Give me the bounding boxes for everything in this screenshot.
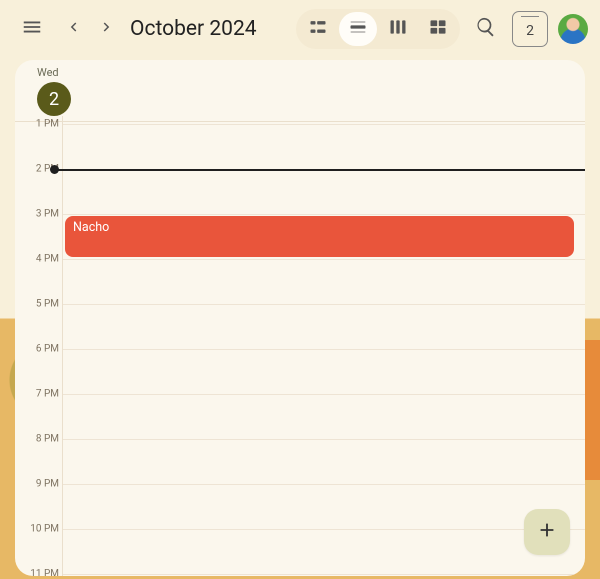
day-view-icon bbox=[348, 17, 368, 41]
hour-label: 8 PM bbox=[36, 434, 59, 445]
day-number-text: 2 bbox=[49, 89, 59, 110]
menu-icon bbox=[21, 16, 43, 42]
hour-label: 7 PM bbox=[36, 389, 59, 400]
hour-label: 5 PM bbox=[36, 299, 59, 310]
day-header[interactable]: Wed 2 bbox=[15, 60, 585, 122]
month-title[interactable]: October 2024 bbox=[130, 17, 257, 41]
month-view-icon bbox=[428, 17, 448, 41]
hour-label: 4 PM bbox=[36, 254, 59, 265]
hour-gridline bbox=[63, 304, 585, 305]
today-button[interactable]: 2 bbox=[512, 11, 548, 47]
hour-gridline bbox=[63, 394, 585, 395]
day-of-week-label: Wed bbox=[37, 66, 59, 79]
search-icon bbox=[475, 16, 497, 42]
calendar-event[interactable]: Nacho bbox=[65, 216, 574, 257]
hour-gutter: 1 PM2 PM3 PM4 PM5 PM6 PM7 PM8 PM9 PM10 P… bbox=[15, 116, 63, 576]
hour-label: 11 PM bbox=[30, 569, 59, 577]
prev-button[interactable] bbox=[56, 9, 90, 49]
chevron-left-icon bbox=[64, 18, 82, 40]
hour-label: 1 PM bbox=[36, 119, 59, 130]
menu-button[interactable] bbox=[12, 9, 52, 49]
top-app-bar: October 2024 2 bbox=[0, 0, 600, 58]
hour-gridline bbox=[63, 259, 585, 260]
view-switcher bbox=[296, 9, 460, 49]
hour-label: 9 PM bbox=[36, 479, 59, 490]
search-button[interactable] bbox=[466, 9, 506, 49]
hour-gridlines bbox=[63, 116, 585, 576]
time-grid[interactable]: 1 PM2 PM3 PM4 PM5 PM6 PM7 PM8 PM9 PM10 P… bbox=[15, 116, 585, 576]
hour-label: 6 PM bbox=[36, 344, 59, 355]
date-nav bbox=[56, 9, 124, 49]
hour-label: 3 PM bbox=[36, 209, 59, 220]
hour-gridline bbox=[63, 214, 585, 215]
hour-gridline bbox=[63, 439, 585, 440]
view-schedule[interactable] bbox=[299, 12, 337, 46]
hour-gridline bbox=[63, 574, 585, 575]
schedule-view-icon bbox=[308, 17, 328, 41]
hour-gridline bbox=[63, 484, 585, 485]
plus-icon bbox=[536, 519, 558, 545]
day-number-badge: 2 bbox=[37, 82, 71, 116]
next-button[interactable] bbox=[90, 9, 124, 49]
chevron-right-icon bbox=[98, 18, 116, 40]
today-number: 2 bbox=[526, 23, 534, 39]
view-day[interactable] bbox=[339, 12, 377, 46]
hour-gridline bbox=[63, 349, 585, 350]
hour-gridline bbox=[63, 529, 585, 530]
event-title: Nacho bbox=[73, 220, 109, 235]
hour-label: 10 PM bbox=[30, 524, 59, 535]
now-indicator bbox=[55, 169, 585, 171]
now-indicator-dot bbox=[50, 165, 59, 174]
view-month[interactable] bbox=[419, 12, 457, 46]
create-event-fab[interactable] bbox=[524, 509, 570, 555]
hour-gridline bbox=[63, 124, 585, 125]
three-day-view-icon bbox=[388, 17, 408, 41]
view-3day[interactable] bbox=[379, 12, 417, 46]
calendar-card: Wed 2 1 PM2 PM3 PM4 PM5 PM6 PM7 PM8 PM9 … bbox=[15, 60, 585, 576]
account-avatar[interactable] bbox=[558, 14, 588, 44]
